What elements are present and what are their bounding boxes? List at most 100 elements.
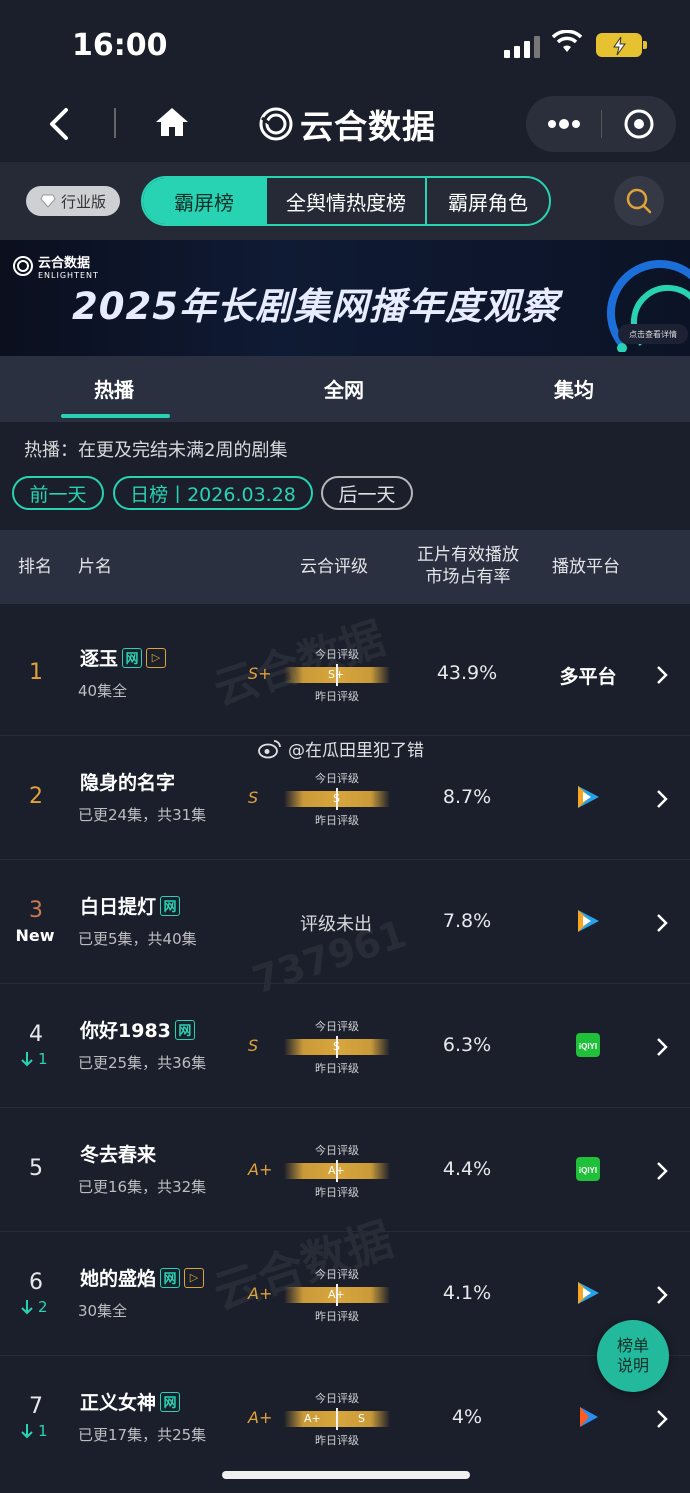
banner-detail-button[interactable]: 点击查看详情 [618,324,688,344]
chevron-right-icon[interactable] [654,912,670,934]
active-tab-indicator [61,414,170,418]
fast-forward-badge-icon: ▷ [146,647,167,668]
row-title-text: 白日提灯 [80,896,157,918]
svg-text:iQIYI: iQIYI [579,1166,597,1175]
prev-day-button[interactable]: 前一天 [12,476,104,510]
table-row[interactable]: 4 1 你好1983 网 已更25集，共36集 S 今日评级 S 昨日评级 6.… [0,984,690,1108]
chevron-right-icon[interactable] [654,1160,670,1182]
row-share: 43.9% [436,662,498,684]
row-title: 正义女神 网 [80,1388,181,1415]
tab-per-episode[interactable]: 集均 [554,374,594,403]
header-share-line2: 市场占有率 [425,567,511,587]
tab-hot[interactable]: 热播 [94,374,134,403]
wifi-icon [552,30,582,52]
row-share: 4% [451,1406,483,1428]
row-episodes: 已更25集，共36集 [78,1054,207,1072]
row-title: 冬去春来 [80,1140,156,1167]
row-episodes: 40集全 [78,682,128,700]
row-rank: 2 [29,784,43,809]
back-icon[interactable] [44,104,74,144]
promo-banner[interactable]: 云合数据 ENLIGHTENT 2025年长剧集网播年度观察 点击查看详情 [0,240,690,356]
table-row[interactable]: 6 2 她的盛焰 网 ▷ 30集全 A+ 今日评级 A+ 昨日评级 4.1% [0,1232,690,1356]
nav-divider [114,108,116,138]
current-date-button[interactable]: 日榜丨2026.03.28 [113,476,313,510]
fab-line2: 说明 [616,1356,649,1375]
segment-roles[interactable]: 霸屏角色 [427,178,549,224]
row-rank: 1 [29,660,43,685]
fab-line1: 榜单 [616,1336,649,1355]
header-grade: 云合评级 [300,557,368,577]
network-badge-icon: 网 [122,647,143,668]
header-share-line1: 正片有效播放 [417,545,519,565]
row-title: 逐玉 网 ▷ [80,644,167,671]
grade-today-label: 今日评级 [315,1144,359,1157]
row-share: 8.7% [442,786,492,808]
enlightent-logo-icon [259,107,293,141]
industry-edition-button[interactable]: 行业版 [26,186,120,216]
grade-bar-value: A+ [328,1164,345,1177]
chevron-right-icon[interactable] [654,1284,670,1306]
grade-yesterday-label: 昨日评级 [315,1434,359,1447]
status-bar: 16:00 [0,0,690,92]
row-grade: S+ [248,664,272,683]
diamond-icon [40,194,56,208]
chevron-right-icon[interactable] [654,1036,670,1058]
search-button[interactable] [614,176,664,226]
row-title-text: 你好1983 [80,1020,171,1042]
segment-sentiment-heat[interactable]: 全舆情热度榜 [267,178,427,224]
table-row[interactable]: 5 冬去春来 已更16集，共32集 A+ 今日评级 A+ 昨日评级 4.4% i… [0,1108,690,1232]
table-header: 排名 片名 云合评级 正片有效播放 市场占有率 播放平台 [0,530,690,604]
arrow-down-icon [21,1424,33,1439]
chevron-right-icon[interactable] [654,788,670,810]
grade-bar-value-yesterday: S [358,1412,365,1425]
table-row[interactable]: 1 逐玉 网 ▷ 40集全 S+ 今日评级 S+ 昨日评级 43.9% 多平台 [0,612,690,736]
row-rank: 5 [29,1156,43,1181]
row-title-text: 逐玉 [80,648,119,670]
rank-down-trend: 1 [20,1050,60,1068]
grade-yesterday-label: 昨日评级 [315,1186,359,1199]
grade-today-label: 今日评级 [315,1020,359,1033]
row-share: 4.4% [442,1158,492,1180]
row-rank: 7 [29,1394,43,1419]
table-row[interactable]: 2 隐身的名字 已更24集，共31集 S 今日评级 S 昨日评级 8.7% [0,736,690,860]
network-badge-icon: 网 [160,1267,181,1288]
row-share: 4.1% [442,1282,492,1304]
network-badge-icon: 网 [160,1391,181,1412]
grade-today-label: 今日评级 [315,1268,359,1281]
chevron-right-icon[interactable] [654,664,670,686]
tencent-video-icon [578,786,599,808]
close-miniapp-icon[interactable] [623,108,655,140]
banner-logo-cn: 云合数据 [38,256,91,271]
battery-icon [596,33,647,57]
industry-edition-label: 行业版 [60,192,106,211]
arrow-down-icon [21,1052,33,1067]
row-title: 白日提灯 网 [80,892,181,919]
more-icon[interactable] [546,113,582,135]
grade-today-label: 今日评级 [315,772,359,785]
row-grade: A+ [248,1160,273,1179]
rank-change-value: 1 [38,1422,48,1440]
rank-change-value: 2 [38,1298,48,1316]
network-badge-icon: 网 [160,895,181,916]
row-episodes: 已更16集，共32集 [78,1178,207,1196]
table-row[interactable]: 3 New 白日提灯 网 已更5集，共40集 评级未出 7.8% [0,860,690,984]
next-day-button[interactable]: 后一天 [321,476,413,510]
row-title-text: 隐身的名字 [80,772,176,794]
row-title: 她的盛焰 网 ▷ [80,1264,205,1291]
tab-all-network[interactable]: 全网 [324,374,364,403]
segment-bapingbang[interactable]: 霸屏榜 [143,178,267,224]
home-indicator[interactable] [222,1471,470,1479]
network-badge-icon: 网 [174,1019,195,1040]
row-share: 6.3% [442,1034,492,1056]
grade-bar-value-today: A+ [304,1412,321,1425]
arrow-down-icon [21,1300,33,1315]
app-logo: 云合数据 [258,100,436,148]
row-platform: 多平台 [559,666,617,688]
home-icon[interactable] [154,104,190,140]
rank-down-trend: 1 [20,1422,60,1440]
table-row[interactable]: 7 1 正义女神 网 已更17集，共25集 A+ 今日评级 A+ S 昨日评级 … [0,1356,690,1480]
banner-title: 2025年长剧集网播年度观察 [72,285,559,328]
miniapp-capsule [526,96,676,152]
chevron-right-icon[interactable] [654,1408,670,1430]
ranking-explanation-button[interactable]: 榜单 说明 [597,1320,669,1392]
